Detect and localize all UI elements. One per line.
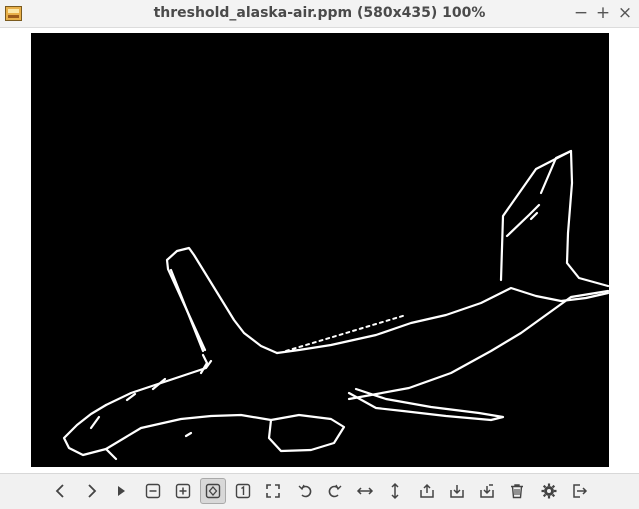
window-title: threshold_alaska-air.ppm (580x435) 100% [153,5,486,21]
flip-horizontal-icon[interactable] [352,478,378,504]
thresholded-airplane-edges [62,149,609,461]
save-as-icon[interactable] [474,478,500,504]
close-button[interactable]: × [615,3,635,23]
next-icon[interactable] [78,478,104,504]
title-bar: threshold_alaska-air.ppm (580x435) 100% … [0,0,639,28]
delete-icon[interactable] [504,478,530,504]
maximize-button[interactable]: + [593,3,613,23]
zoom-fit-icon[interactable] [200,478,226,504]
zoom-in-icon[interactable] [170,478,196,504]
minimize-button[interactable]: − [571,3,591,23]
toolbar [0,473,639,509]
settings-icon[interactable] [536,478,562,504]
previous-icon[interactable] [48,478,74,504]
image-canvas[interactable] [0,28,639,472]
flip-vertical-icon[interactable] [382,478,408,504]
open-icon[interactable] [414,478,440,504]
displayed-image [31,33,609,467]
zoom-out-icon[interactable] [140,478,166,504]
slideshow-icon[interactable] [108,478,134,504]
rotate-right-icon[interactable] [322,478,348,504]
rotate-left-icon[interactable] [292,478,318,504]
fullscreen-icon[interactable] [260,478,286,504]
zoom-1to1-icon[interactable] [230,478,256,504]
exit-icon[interactable] [566,478,592,504]
save-icon[interactable] [444,478,470,504]
